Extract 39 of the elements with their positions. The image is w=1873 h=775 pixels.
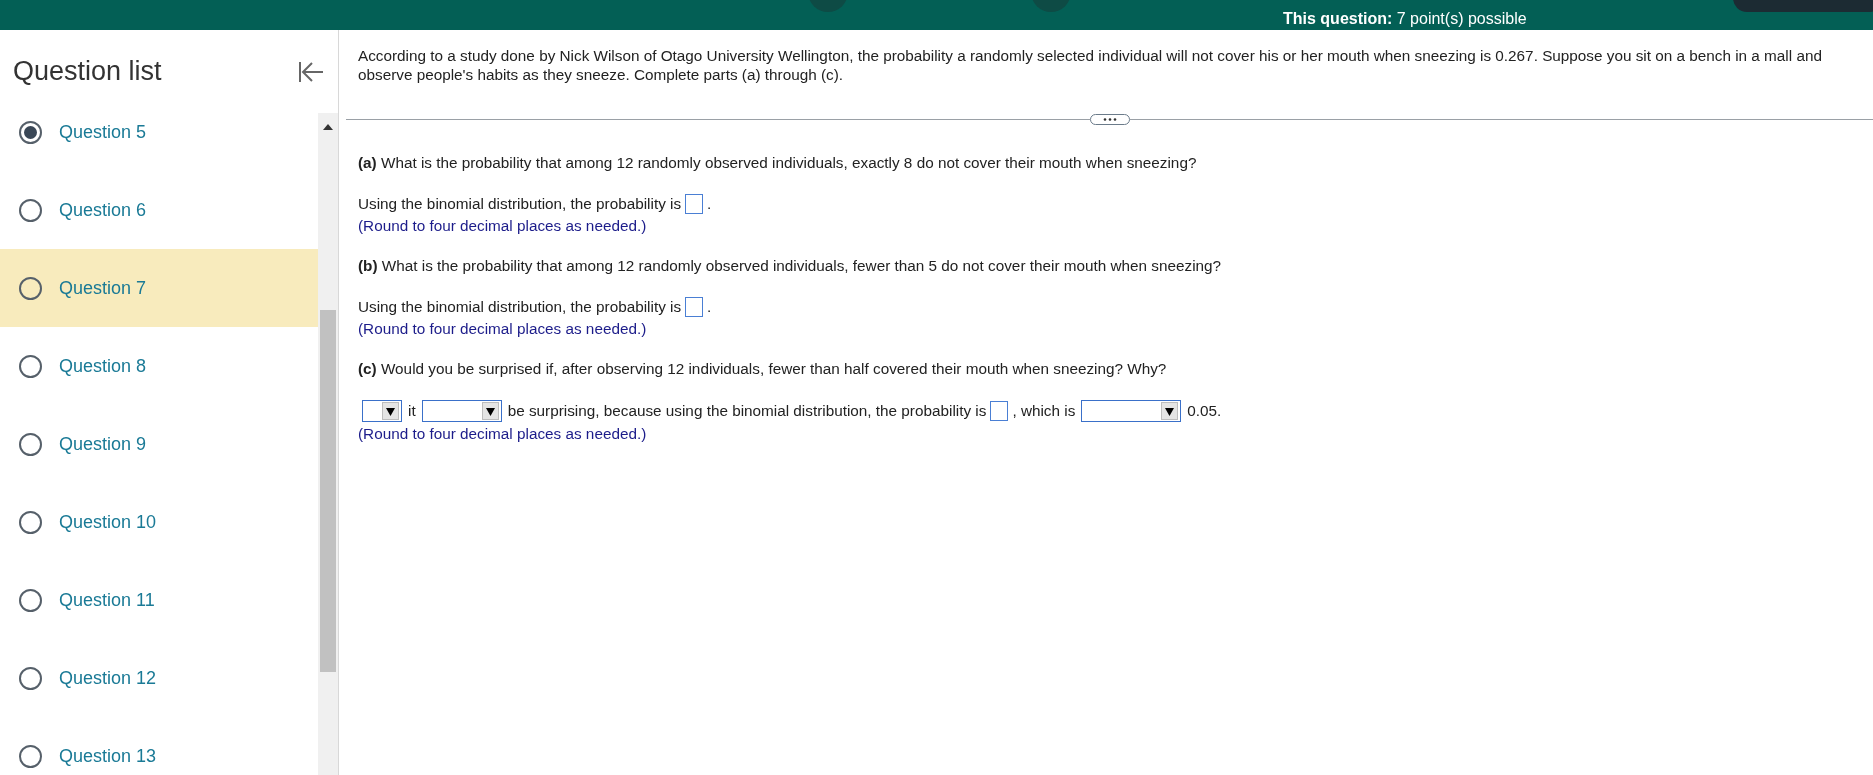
answer-text: it [408, 401, 416, 421]
answer-box[interactable] [685, 194, 704, 214]
collapse-icon[interactable] [298, 59, 324, 84]
answer-text: Using the binomial distribution, the probability is [358, 194, 682, 214]
dots-icon [1102, 118, 1117, 121]
scrollbar-thumb[interactable] [320, 310, 336, 672]
answer-text: be surprising, because using the binomial distribution, the probability is [507, 401, 987, 421]
answer-text: 0.05. [1187, 401, 1222, 421]
question-item[interactable]: Question 11 [0, 561, 318, 639]
question-text: (c) Would you be surprised if, after observing 12 individuals, fewer than half covered their mouth when sneezing? Why? [358, 359, 1168, 379]
rounding-note: (Round to four decimal places as needed.) [358, 216, 648, 236]
question-item[interactable]: Question 13 [0, 717, 318, 775]
answer-text: , which is [1012, 401, 1076, 421]
rounding-note: (Round to four decimal places as needed.) [358, 319, 648, 339]
question-item[interactable]: Question 10 [0, 483, 318, 561]
answer-box[interactable] [990, 401, 1009, 421]
points-text: This question: 7 point(s) possible [1283, 10, 1527, 29]
question-item[interactable]: Question 9 [0, 405, 318, 483]
more-button[interactable] [1089, 114, 1130, 125]
question-text: (b) What is the probability that among 12 randomly observed individuals, fewer than 5 do not cover their mouth when sneezing? [358, 256, 1223, 276]
intro-text: According to a study done by Nick Wilson of Otago University Wellington, the probability a randomly selected individual will not cover his or her mouth when sneezing is 0.267. Suppose you sit on a bench in a mall and observe people's habits as they sneeze. Complete parts (a) through (c). [358, 46, 1823, 84]
answer-text: . [707, 194, 712, 214]
answer-box[interactable] [685, 297, 704, 317]
question-item[interactable]: Question 5 [0, 113, 318, 171]
caret-icon [485, 406, 495, 416]
answer-dropdown[interactable] [362, 400, 402, 422]
scroll-up-icon[interactable] [323, 124, 333, 130]
answer-text: . [707, 297, 712, 317]
caret-icon [386, 406, 395, 416]
caret-icon [1165, 406, 1175, 416]
question-item[interactable]: Question 12 [0, 639, 318, 717]
question-text: (a) What is the probability that among 12 randomly observed individuals, exactly 8 do not cover their mouth when sneezing? [358, 153, 1198, 173]
answer-text: Using the binomial distribution, the probability is [358, 297, 682, 317]
question-item[interactable]: Question 7 [0, 249, 318, 327]
scrollbar[interactable] [318, 113, 338, 775]
question-item[interactable]: Question 8 [0, 327, 318, 405]
sidebar-title: Question list [13, 56, 162, 87]
question-item[interactable]: Question 6 [0, 171, 318, 249]
rounding-note: (Round to four decimal places as needed.) [358, 424, 648, 444]
